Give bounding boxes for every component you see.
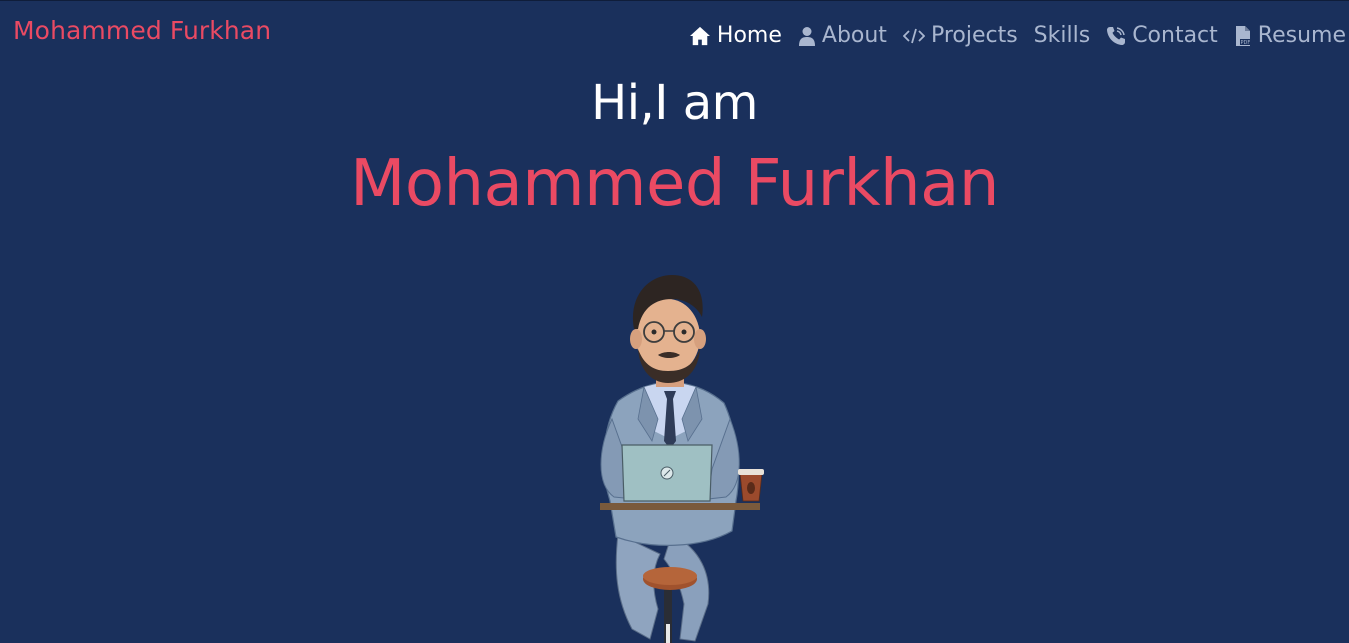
home-icon xyxy=(689,26,710,45)
nav-about-label: About xyxy=(821,23,887,48)
brand-logo[interactable]: Mohammed Furkhan xyxy=(13,16,271,45)
nav-resume[interactable]: PDF Resume xyxy=(1234,23,1346,48)
user-icon xyxy=(798,26,815,46)
nav-projects[interactable]: Projects xyxy=(902,23,1018,48)
nav-contact[interactable]: Contact xyxy=(1106,23,1218,48)
nav-about[interactable]: About xyxy=(798,23,887,48)
pdf-file-icon: PDF xyxy=(1235,25,1251,46)
main-nav: Home About Projects Skills Contact PDF R… xyxy=(689,23,1346,48)
nav-projects-label: Projects xyxy=(930,23,1018,48)
nav-resume-label: Resume xyxy=(1257,23,1346,48)
nav-contact-label: Contact xyxy=(1132,23,1218,48)
nav-home[interactable]: Home xyxy=(689,23,782,48)
page: Mohammed Furkhan Home About Projects Ski… xyxy=(0,0,1349,643)
hero-greeting: Hi,I am xyxy=(591,75,758,131)
developer-avatar-illustration xyxy=(600,275,764,643)
code-icon xyxy=(902,28,925,43)
nav-skills-label: Skills xyxy=(1033,23,1091,48)
svg-text:PDF: PDF xyxy=(1240,40,1250,46)
phone-icon xyxy=(1107,26,1126,45)
nav-home-label: Home xyxy=(716,23,782,48)
nav-skills[interactable]: Skills xyxy=(1034,23,1091,48)
hero-name: Mohammed Furkhan xyxy=(350,147,999,221)
